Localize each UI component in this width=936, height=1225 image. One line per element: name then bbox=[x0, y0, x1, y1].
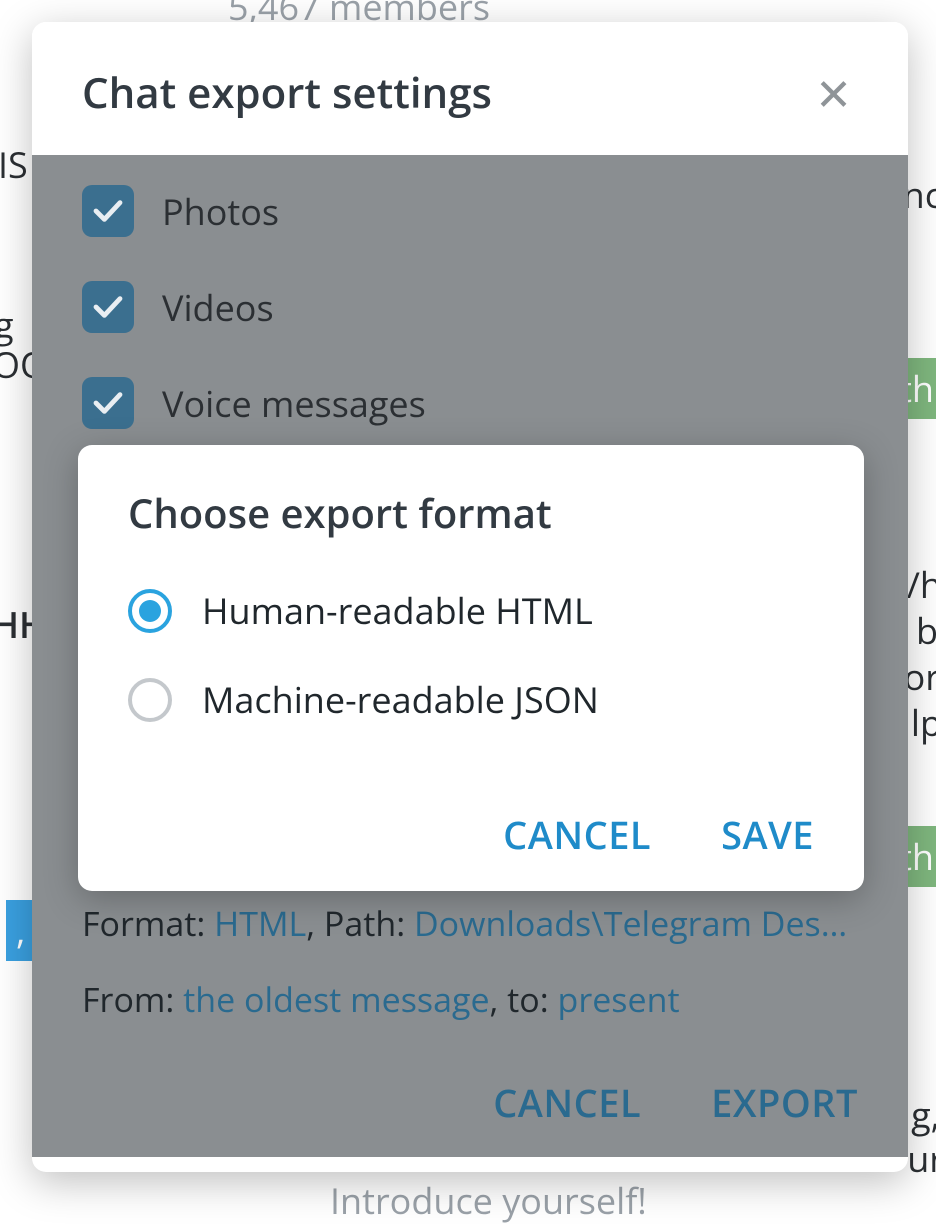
inner-dialog-title: Choose export format bbox=[128, 485, 814, 540]
bg-snip: , bbox=[6, 900, 35, 961]
radio-selected-icon[interactable] bbox=[128, 589, 172, 633]
radio-option-json[interactable]: Machine-readable JSON bbox=[128, 675, 814, 724]
checkbox-label: Videos bbox=[162, 283, 274, 332]
cancel-button[interactable]: CANCEL bbox=[493, 1077, 641, 1129]
path-link[interactable]: Downloads\Telegram Des… bbox=[414, 900, 847, 946]
bg-snip: g, bbox=[911, 1090, 936, 1139]
checkbox-row-videos[interactable]: Videos bbox=[82, 281, 858, 333]
checkbox-checked-icon[interactable] bbox=[82, 281, 134, 333]
bg-snip: ur bbox=[907, 1134, 936, 1183]
checkbox-row-voice-messages[interactable]: Voice messages bbox=[82, 377, 858, 429]
choose-export-format-dialog: Choose export format Human-readable HTML… bbox=[78, 445, 864, 891]
checkbox-checked-icon[interactable] bbox=[82, 377, 134, 429]
bg-snip: b bbox=[916, 606, 936, 655]
bg-snip: /h bbox=[907, 560, 936, 609]
info-line-range: From: the oldest message, to: present bbox=[82, 971, 858, 1029]
export-button[interactable]: EXPORT bbox=[711, 1077, 858, 1129]
close-icon[interactable]: ✕ bbox=[809, 67, 858, 119]
dialog-body-dimmed: Photos Videos Voice messages Format: HTM… bbox=[32, 155, 908, 1157]
bg-snip: or bbox=[904, 652, 936, 701]
dialog-title: Chat export settings bbox=[82, 64, 492, 121]
checkbox-label: Photos bbox=[162, 187, 279, 236]
bg-snip: g bbox=[0, 300, 14, 349]
from-label: From: bbox=[82, 976, 183, 1022]
checkbox-label: Voice messages bbox=[162, 379, 426, 428]
chat-export-settings-dialog: Chat export settings ✕ Photos Videos Voi… bbox=[32, 22, 908, 1172]
bg-snip: lp bbox=[911, 698, 936, 747]
radio-label: Human-readable HTML bbox=[202, 586, 593, 635]
inner-dialog-actions: CANCEL SAVE bbox=[503, 809, 814, 861]
format-link[interactable]: HTML bbox=[214, 900, 306, 946]
bg-snip: Introduce yourself! bbox=[330, 1176, 647, 1225]
checkbox-row-photos[interactable]: Photos bbox=[82, 185, 858, 237]
checkbox-checked-icon[interactable] bbox=[82, 185, 134, 237]
outer-dialog-actions: CANCEL EXPORT bbox=[493, 1077, 858, 1129]
radio-unselected-icon[interactable] bbox=[128, 678, 172, 722]
from-link[interactable]: the oldest message bbox=[183, 976, 489, 1022]
save-button[interactable]: SAVE bbox=[721, 809, 814, 861]
radio-label: Machine-readable JSON bbox=[202, 675, 599, 724]
export-info: Format: HTML, Path: Downloads\Telegram D… bbox=[82, 895, 858, 1029]
dialog-header: Chat export settings ✕ bbox=[32, 22, 908, 155]
to-link[interactable]: present bbox=[558, 976, 680, 1022]
format-label: Format: bbox=[82, 900, 214, 946]
bg-snip: IS bbox=[0, 140, 28, 189]
radio-option-html[interactable]: Human-readable HTML bbox=[128, 586, 814, 635]
cancel-button[interactable]: CANCEL bbox=[503, 809, 651, 861]
info-line-format-path: Format: HTML, Path: Downloads\Telegram D… bbox=[82, 895, 858, 953]
to-label: , to: bbox=[490, 976, 558, 1022]
path-label: , Path: bbox=[306, 900, 414, 946]
